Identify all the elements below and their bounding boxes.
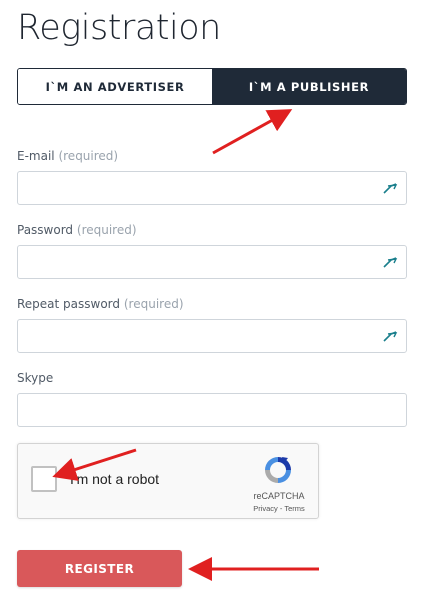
repeat-password-input[interactable] — [18, 320, 406, 352]
recaptcha-checkbox[interactable] — [31, 466, 57, 492]
terms-link[interactable]: Terms — [284, 504, 304, 513]
skype-input[interactable] — [18, 394, 406, 426]
skype-field[interactable] — [17, 393, 407, 427]
privacy-link[interactable]: Privacy — [253, 504, 278, 513]
password-manager-icon[interactable] — [382, 255, 400, 269]
email-label: E-mail (required) — [17, 149, 118, 163]
skype-label: Skype — [17, 371, 54, 385]
advertiser-tab[interactable]: I`M AN ADVERTISER — [18, 69, 212, 104]
password-label-text: Password — [17, 223, 74, 237]
recaptcha-brand: reCAPTCHA — [253, 491, 305, 501]
repeat-password-field[interactable] — [17, 319, 407, 353]
email-field[interactable] — [17, 171, 407, 205]
password-manager-icon[interactable] — [382, 181, 400, 195]
register-button[interactable]: REGISTER — [17, 550, 182, 587]
recaptcha-links: Privacy - Terms — [244, 504, 314, 513]
email-label-text: E-mail — [17, 149, 55, 163]
password-required-text: (required) — [76, 223, 137, 237]
account-type-toggle: I`M AN ADVERTISER I`M A PUBLISHER — [17, 68, 407, 105]
password-field[interactable] — [17, 245, 407, 279]
password-input[interactable] — [18, 246, 406, 278]
page-title: Registration — [17, 8, 221, 48]
arrow-to-publisher-tab — [212, 109, 293, 155]
recaptcha-label: I'm not a robot — [70, 471, 160, 487]
email-input[interactable] — [18, 172, 406, 204]
password-label: Password (required) — [17, 223, 137, 237]
recaptcha-widget: I'm not a robot reCAPTCHA Privacy - Term… — [17, 443, 319, 519]
password-manager-icon[interactable] — [382, 329, 400, 343]
email-required-text: (required) — [58, 149, 119, 163]
repeat-password-label-text: Repeat password — [17, 297, 121, 311]
recaptcha-logo-icon — [265, 457, 291, 483]
repeat-password-required-text: (required) — [123, 297, 184, 311]
publisher-tab[interactable]: I`M A PUBLISHER — [212, 69, 406, 104]
repeat-password-label: Repeat password (required) — [17, 297, 184, 311]
